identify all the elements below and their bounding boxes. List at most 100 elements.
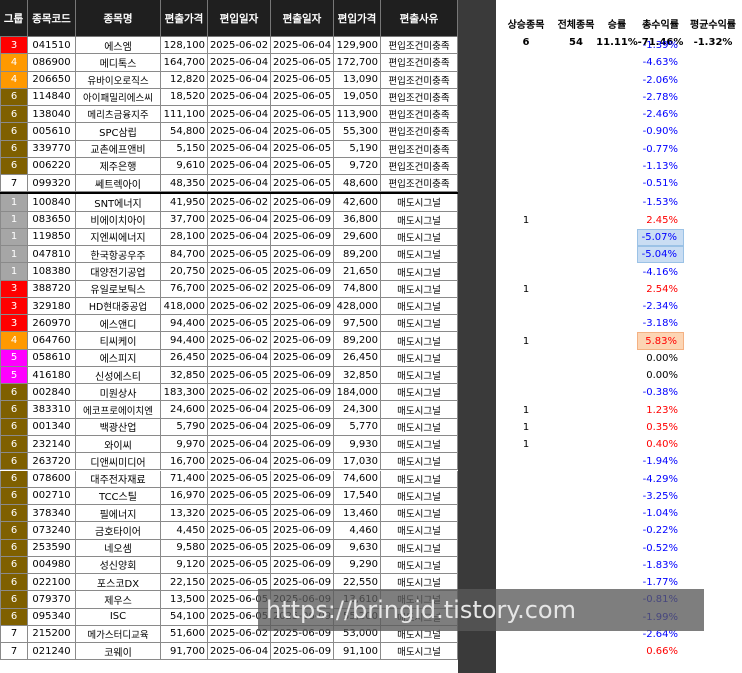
reason-cell[interactable]: 편입조건미충족 — [381, 54, 458, 72]
entry-date-cell[interactable]: 2025-06-04 — [208, 643, 271, 661]
exit-price-cell[interactable]: 111,100 — [161, 106, 208, 124]
exit-date-cell[interactable]: 2025-06-09 — [271, 246, 334, 264]
name-cell[interactable]: 메디톡스 — [76, 54, 161, 72]
entry-date-cell[interactable]: 2025-06-04 — [208, 453, 271, 471]
entry-date-cell[interactable]: 2025-06-04 — [208, 175, 271, 193]
name-cell[interactable]: 대주전자재료 — [76, 470, 161, 488]
entry-date-cell[interactable]: 2025-06-05 — [208, 315, 271, 333]
exit-price-cell[interactable]: 16,700 — [161, 453, 208, 471]
code-cell[interactable]: 001340 — [28, 418, 76, 436]
reason-cell[interactable]: 매도시그널 — [381, 556, 458, 575]
entry-date-cell[interactable]: 2025-06-04 — [208, 88, 271, 107]
group-cell[interactable]: 6 — [0, 522, 28, 540]
column-header[interactable]: 편출가격 — [161, 0, 208, 37]
exit-price-cell[interactable]: 20,750 — [161, 263, 208, 281]
exit-date-cell[interactable]: 2025-06-09 — [271, 384, 334, 402]
code-cell[interactable]: 329180 — [28, 297, 76, 316]
exit-date-cell[interactable]: 2025-06-09 — [271, 263, 334, 281]
name-cell[interactable]: 필에너지 — [76, 505, 161, 523]
group-cell[interactable]: 6 — [0, 556, 28, 575]
code-cell[interactable]: 002710 — [28, 487, 76, 505]
exit-date-cell[interactable]: 2025-06-09 — [271, 539, 334, 557]
exit-date-cell[interactable]: 2025-06-09 — [271, 643, 334, 661]
exit-date-cell[interactable]: 2025-06-09 — [271, 297, 334, 316]
name-cell[interactable]: 포스코DX — [76, 574, 161, 592]
name-cell[interactable]: 에스앤디 — [76, 315, 161, 333]
entry-price-cell[interactable]: 26,450 — [334, 349, 381, 367]
reason-cell[interactable]: 매도시그널 — [381, 280, 458, 298]
exit-price-cell[interactable]: 22,150 — [161, 574, 208, 592]
entry-date-cell[interactable]: 2025-06-04 — [208, 123, 271, 141]
exit-price-cell[interactable]: 91,700 — [161, 643, 208, 661]
reason-cell[interactable]: 매도시그널 — [381, 297, 458, 316]
entry-date-cell[interactable]: 2025-06-05 — [208, 487, 271, 505]
code-cell[interactable]: 047810 — [28, 246, 76, 264]
column-header[interactable]: 편출일자 — [271, 0, 334, 37]
entry-price-cell[interactable]: 113,900 — [334, 106, 381, 124]
code-cell[interactable]: 079370 — [28, 591, 76, 609]
column-header[interactable]: 종목명 — [76, 0, 161, 37]
entry-price-cell[interactable]: 9,630 — [334, 539, 381, 557]
name-cell[interactable]: TCC스틸 — [76, 487, 161, 505]
code-cell[interactable]: 078600 — [28, 470, 76, 488]
exit-price-cell[interactable]: 13,500 — [161, 591, 208, 609]
entry-price-cell[interactable]: 9,720 — [334, 157, 381, 176]
reason-cell[interactable]: 편입조건미충족 — [381, 157, 458, 176]
column-header[interactable]: 편출사유 — [381, 0, 458, 37]
code-cell[interactable]: 388720 — [28, 280, 76, 298]
code-cell[interactable]: 119850 — [28, 228, 76, 247]
entry-price-cell[interactable]: 5,770 — [334, 418, 381, 436]
entry-price-cell[interactable]: 24,300 — [334, 401, 381, 419]
group-cell[interactable]: 3 — [0, 280, 28, 298]
name-cell[interactable]: 디앤씨미디어 — [76, 453, 161, 471]
exit-price-cell[interactable]: 41,950 — [161, 194, 208, 212]
name-cell[interactable]: ISC — [76, 608, 161, 626]
name-cell[interactable]: 유바이오로직스 — [76, 71, 161, 89]
code-cell[interactable]: 002840 — [28, 384, 76, 402]
exit-price-cell[interactable]: 54,100 — [161, 608, 208, 626]
entry-date-cell[interactable]: 2025-06-04 — [208, 228, 271, 247]
entry-price-cell[interactable]: 428,000 — [334, 297, 381, 316]
exit-date-cell[interactable]: 2025-06-09 — [271, 505, 334, 523]
entry-price-cell[interactable]: 5,190 — [334, 140, 381, 158]
name-cell[interactable]: 비에이치아이 — [76, 211, 161, 229]
code-cell[interactable]: 206650 — [28, 71, 76, 89]
reason-cell[interactable]: 편입조건미충족 — [381, 37, 458, 55]
code-cell[interactable]: 138040 — [28, 106, 76, 124]
entry-price-cell[interactable]: 17,030 — [334, 453, 381, 471]
exit-price-cell[interactable]: 164,700 — [161, 54, 208, 72]
name-cell[interactable]: 성신양회 — [76, 556, 161, 575]
name-cell[interactable]: 미원상사 — [76, 384, 161, 402]
group-cell[interactable]: 1 — [0, 211, 28, 229]
name-cell[interactable]: 메리츠금융지주 — [76, 106, 161, 124]
reason-cell[interactable]: 매도시그널 — [381, 228, 458, 247]
group-cell[interactable]: 4 — [0, 71, 28, 89]
entry-date-cell[interactable]: 2025-06-02 — [208, 280, 271, 298]
reason-cell[interactable]: 매도시그널 — [381, 315, 458, 333]
entry-price-cell[interactable]: 74,600 — [334, 470, 381, 488]
code-cell[interactable]: 022100 — [28, 574, 76, 592]
code-cell[interactable]: 114840 — [28, 88, 76, 107]
code-cell[interactable]: 004980 — [28, 556, 76, 575]
exit-date-cell[interactable]: 2025-06-05 — [271, 71, 334, 89]
exit-price-cell[interactable]: 9,120 — [161, 556, 208, 575]
exit-date-cell[interactable]: 2025-06-09 — [271, 211, 334, 229]
code-cell[interactable]: 416180 — [28, 366, 76, 385]
code-cell[interactable]: 378340 — [28, 505, 76, 523]
name-cell[interactable]: 제우스 — [76, 591, 161, 609]
name-cell[interactable]: HD현대중공업 — [76, 297, 161, 316]
reason-cell[interactable]: 매도시그널 — [381, 263, 458, 281]
entry-date-cell[interactable]: 2025-06-05 — [208, 556, 271, 575]
exit-price-cell[interactable]: 71,400 — [161, 470, 208, 488]
exit-price-cell[interactable]: 32,850 — [161, 366, 208, 385]
exit-price-cell[interactable]: 94,400 — [161, 332, 208, 350]
group-cell[interactable]: 4 — [0, 54, 28, 72]
name-cell[interactable]: 금호타이어 — [76, 522, 161, 540]
reason-cell[interactable]: 매도시그널 — [381, 487, 458, 505]
reason-cell[interactable]: 매도시그널 — [381, 539, 458, 557]
code-cell[interactable]: 086900 — [28, 54, 76, 72]
name-cell[interactable]: 지엔씨에너지 — [76, 228, 161, 247]
code-cell[interactable]: 339770 — [28, 140, 76, 158]
entry-date-cell[interactable]: 2025-06-04 — [208, 435, 271, 454]
entry-price-cell[interactable]: 172,700 — [334, 54, 381, 72]
